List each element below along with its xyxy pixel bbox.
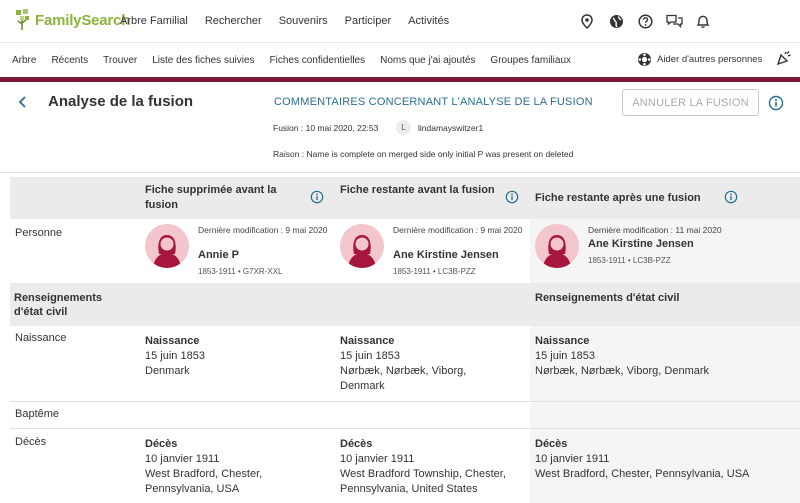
fact-type: Décès	[535, 438, 568, 450]
unmerge-button[interactable]: ANNULER LA FUSION	[622, 89, 759, 116]
subnav-find[interactable]: Trouver	[103, 55, 137, 66]
fact-date: 10 janvier 1911	[340, 453, 415, 465]
female-avatar-icon	[340, 224, 384, 268]
column-header-remaining-after: Fiche restante après une fusion	[535, 192, 701, 204]
fact-type: Naissance	[340, 335, 395, 347]
last-modified: Dernière modification : 11 mai 2020	[588, 225, 722, 235]
female-avatar-icon	[145, 224, 189, 268]
user-avatar: L	[396, 120, 411, 135]
fact-type: Naissance	[535, 335, 590, 347]
nav-family-tree[interactable]: Arbre Familial	[120, 15, 188, 27]
person-card-remaining-before[interactable]: Dernière modification : 9 mai 2020 Ane K…	[340, 224, 525, 280]
birth-fact-remaining-after: Naissance 15 juin 1853 Nørbæk, Nørbæk, V…	[535, 334, 775, 379]
person-name[interactable]: Ane Kirstine Jensen	[393, 249, 499, 261]
subnav-tree[interactable]: Arbre	[12, 55, 36, 66]
nav-memories[interactable]: Souvenirs	[279, 15, 328, 27]
fact-place: Nørbæk, Nørbæk, Viborg, Denmark	[340, 365, 467, 392]
row-label-baptism: Baptême	[15, 408, 60, 420]
person-card-remaining-after[interactable]: Dernière modification : 11 mai 2020 Ane …	[535, 224, 765, 280]
header-separator	[0, 172, 800, 173]
merge-comments-link[interactable]: COMMENTAIRES CONCERNANT L'ANALYSE DE LA …	[274, 96, 593, 108]
back-chevron-icon[interactable]	[16, 95, 30, 109]
person-card-deleted[interactable]: Dernière modification : 9 mai 2020 Annie…	[145, 224, 330, 280]
fact-type: Décès	[340, 438, 373, 450]
location-icon[interactable]	[578, 12, 596, 30]
merge-user-name[interactable]: lindamayswitzer1	[418, 123, 483, 133]
vitals-heading-after: Renseignements d'état civil	[535, 292, 680, 304]
nav-activities[interactable]: Activités	[408, 15, 449, 27]
brand-divider	[0, 77, 800, 82]
row-label-vitals: Renseignements d'état civil	[14, 292, 103, 318]
nav-get-involved[interactable]: Participer	[345, 15, 391, 27]
row-label-birth: Naissance	[15, 332, 67, 344]
row-divider	[10, 401, 800, 402]
fact-date: 10 janvier 1911	[535, 453, 610, 465]
row-label-death: Décès	[15, 436, 47, 448]
sub-nav: Arbre Récents Trouver Liste des fiches s…	[0, 42, 800, 77]
helper-icon	[638, 53, 651, 66]
help-icon[interactable]	[636, 12, 654, 30]
last-modified: Dernière modification : 9 mai 2020	[393, 225, 523, 235]
nav-search[interactable]: Rechercher	[205, 15, 262, 27]
person-name[interactable]: Ane Kirstine Jensen	[588, 238, 694, 250]
merge-date: Fusion : 10 mai 2020, 22:53	[273, 123, 379, 133]
info-icon[interactable]	[724, 190, 738, 209]
help-others-link[interactable]: Aider d'autres personnes	[637, 52, 762, 67]
bell-icon[interactable]	[694, 12, 712, 30]
person-name[interactable]: Annie P	[198, 249, 239, 261]
fact-place: Denmark	[145, 365, 190, 377]
fact-date: 15 juin 1853	[535, 350, 595, 362]
info-icon[interactable]	[310, 190, 324, 209]
row-label-person: Personne	[15, 227, 63, 239]
fact-date: 10 janvier 1911	[145, 453, 220, 465]
tree-logo-icon	[16, 9, 29, 30]
fact-place: West Bradford, Chester, Pennsylvania, US…	[145, 468, 263, 495]
top-icons	[567, 12, 712, 30]
birth-fact-remaining-before: Naissance 15 juin 1853 Nørbæk, Nørbæk, V…	[340, 334, 500, 394]
fact-date: 15 juin 1853	[340, 350, 400, 362]
globe-icon[interactable]	[607, 12, 625, 30]
logo-text: FamilySearch	[35, 11, 131, 29]
top-bar: FamilySearch Arbre Familial Rechercher S…	[0, 0, 800, 42]
subnav-family-groups[interactable]: Groupes familiaux	[490, 55, 571, 66]
main-nav: Arbre Familial Rechercher Souvenirs Part…	[120, 0, 466, 42]
person-meta: 1853-1911 • G7XR-XXL	[198, 267, 283, 276]
fact-place: West Bradford, Chester, Pennsylvania, US…	[535, 468, 750, 480]
death-fact-remaining-before: Décès 10 janvier 1911 West Bradford Town…	[340, 437, 525, 497]
party-popper-icon[interactable]	[776, 50, 792, 71]
vitals-section-band	[10, 283, 800, 326]
sub-nav-items: Arbre Récents Trouver Liste des fiches s…	[12, 43, 586, 78]
fact-place: Nørbæk, Nørbæk, Viborg, Denmark	[535, 365, 710, 377]
female-avatar-icon	[535, 224, 579, 268]
merge-reason: Raison : Name is complete on merged side…	[273, 149, 574, 159]
row-divider	[10, 428, 800, 429]
last-modified: Dernière modification : 9 mai 2020	[198, 225, 328, 235]
page-title: Analyse de la fusion	[48, 93, 194, 110]
person-meta: 1853-1911 • LC3B-PZZ	[588, 256, 671, 265]
column-header-deleted: Fiche supprimée avant la fusion	[145, 184, 277, 211]
fact-type: Décès	[145, 438, 178, 450]
fact-date: 15 juin 1853	[145, 350, 205, 362]
subnav-following[interactable]: Liste des fiches suivies	[152, 55, 254, 66]
birth-fact-deleted: Naissance 15 juin 1853 Denmark	[145, 334, 330, 379]
person-meta: 1853-1911 • LC3B-PZZ	[393, 267, 476, 276]
chat-icon[interactable]	[665, 12, 683, 30]
page-info-icon[interactable]	[768, 95, 784, 116]
subnav-recents[interactable]: Récents	[51, 55, 88, 66]
familysearch-logo[interactable]: FamilySearch	[14, 6, 130, 34]
fact-place: West Bradford Township, Chester, Pennsyl…	[340, 468, 506, 495]
fact-type: Naissance	[145, 335, 200, 347]
subnav-private[interactable]: Fiches confidentielles	[270, 55, 366, 66]
info-icon[interactable]	[505, 190, 519, 209]
subnav-names-added[interactable]: Noms que j'ai ajoutés	[380, 55, 475, 66]
column-header-remaining-before: Fiche restante avant la fusion	[340, 184, 495, 196]
death-fact-remaining-after: Décès 10 janvier 1911 West Bradford, Che…	[535, 437, 795, 482]
death-fact-deleted: Décès 10 janvier 1911 West Bradford, Che…	[145, 437, 315, 497]
help-others-label: Aider d'autres personnes	[657, 54, 763, 65]
